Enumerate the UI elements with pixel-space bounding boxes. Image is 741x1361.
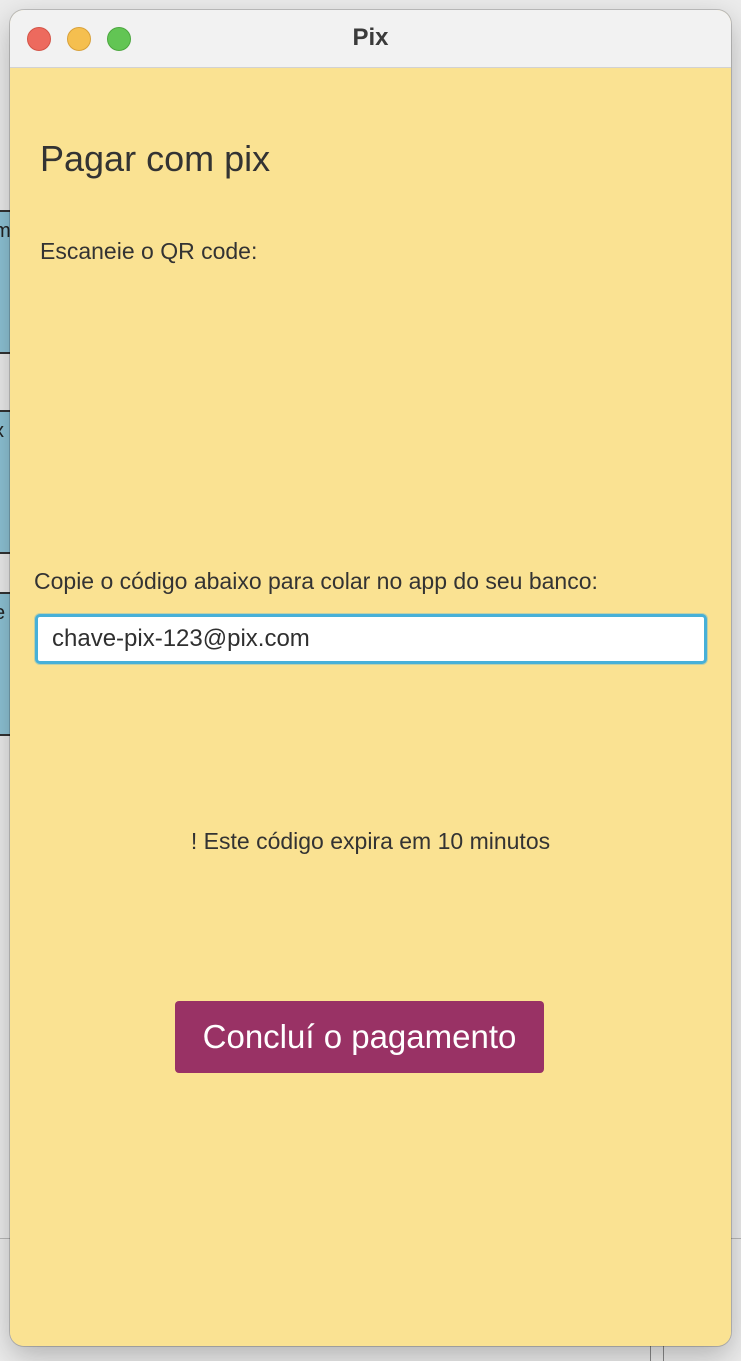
qr-code-label: Escaneie o QR code: xyxy=(40,238,258,264)
payment-panel: Pagar com pix Escaneie o QR code: Copie … xyxy=(10,68,731,1346)
title-bar[interactable]: Pix xyxy=(10,10,731,68)
qr-code-area xyxy=(40,278,701,558)
pix-window: Pix Pagar com pix Escaneie o QR code: Co… xyxy=(10,10,731,1346)
page-title: Pagar com pix xyxy=(40,138,271,179)
expiration-notice: ! Este código expira em 10 minutos xyxy=(190,828,551,854)
pix-key-field[interactable] xyxy=(35,614,707,664)
copy-code-label: Copie o código abaixo para colar no app … xyxy=(34,568,598,594)
confirm-payment-button[interactable]: Concluí o pagamento xyxy=(175,1001,544,1073)
window-title: Pix xyxy=(352,24,389,51)
